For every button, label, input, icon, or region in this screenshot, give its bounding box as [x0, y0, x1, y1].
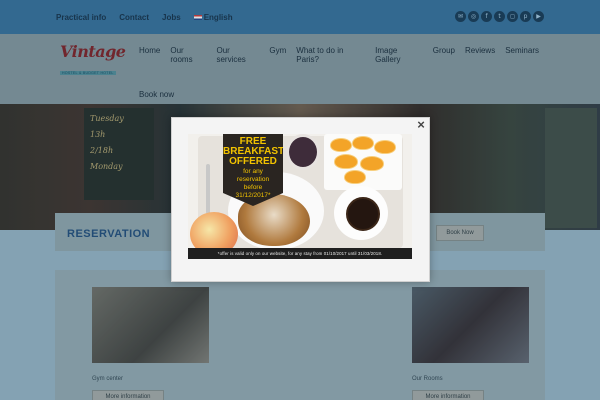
orange-slice	[352, 136, 374, 150]
coffee	[346, 197, 380, 231]
promo-image: FREE BREAKFAST OFFERED for any reservati…	[188, 134, 412, 259]
fork	[206, 164, 210, 214]
offer-banner: FREE BREAKFAST OFFERED for any reservati…	[223, 134, 283, 206]
banner-for-any: for any	[243, 168, 263, 175]
orange-slice	[344, 170, 366, 184]
orange-slice	[374, 140, 396, 154]
orange-plate	[324, 134, 402, 190]
banner-reservation: reservation	[236, 176, 270, 183]
orange-slice	[330, 138, 352, 152]
orange-slice	[360, 156, 384, 171]
banner-offered: OFFERED	[229, 156, 277, 167]
close-icon[interactable]: ×	[414, 118, 428, 132]
banner-before: before	[243, 184, 263, 191]
orange-slice	[334, 154, 358, 169]
offer-fine-print: *offer is valid only on our website, for…	[188, 248, 412, 259]
jam-bowl	[286, 134, 320, 170]
